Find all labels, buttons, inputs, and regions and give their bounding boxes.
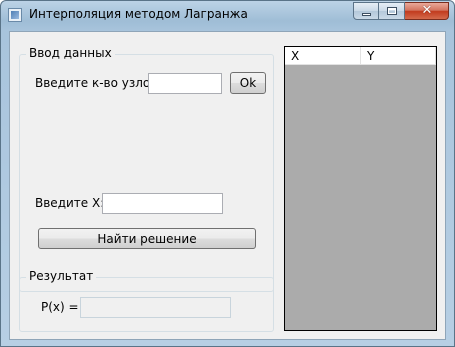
find-solution-button[interactable]: Найти решение (38, 228, 256, 249)
app-icon[interactable] (8, 8, 22, 22)
maximize-icon (387, 7, 397, 15)
window-title: Интерполяция методом Лагранжа (29, 7, 248, 21)
nodes-count-input[interactable] (148, 73, 222, 94)
input-groupbox-title: Ввод данных (26, 46, 115, 60)
grid-column-x[interactable]: X (285, 47, 361, 65)
x-value-input[interactable] (102, 193, 223, 214)
close-button[interactable]: ✕ (405, 2, 449, 20)
result-groupbox: Результат P(x) = (19, 269, 274, 332)
nodes-count-label: Введите к-во узлов: (35, 76, 162, 90)
input-groupbox: Ввод данных Введите к-во узлов: Ok Введи… (19, 46, 274, 292)
maximize-button[interactable] (379, 2, 405, 20)
px-result-field[interactable] (80, 297, 231, 318)
minimize-button[interactable] (353, 2, 379, 20)
main-window: Интерполяция методом Лагранжа ✕ Ввод дан… (0, 0, 455, 347)
client-area: Ввод данных Введите к-во узлов: Ok Введи… (9, 31, 446, 340)
minimize-icon (362, 13, 371, 16)
title-bar[interactable]: Интерполяция методом Лагранжа ✕ (1, 1, 454, 29)
ok-button[interactable]: Ok (230, 72, 266, 94)
result-groupbox-title: Результат (26, 269, 97, 283)
close-icon: ✕ (421, 3, 433, 18)
grid-header: X Y (285, 47, 436, 65)
px-label: P(x) = (41, 300, 79, 314)
x-value-label: Введите X: (35, 196, 105, 210)
points-grid[interactable]: X Y (284, 46, 437, 331)
caption-buttons: ✕ (353, 2, 449, 20)
grid-column-y[interactable]: Y (361, 47, 436, 65)
